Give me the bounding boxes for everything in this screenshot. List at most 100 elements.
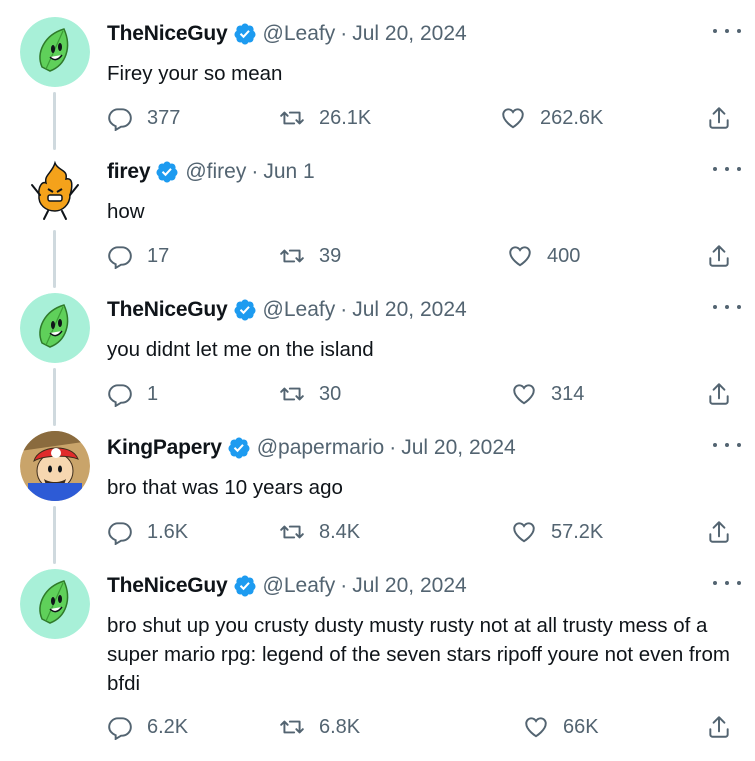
reply-count: 1 [147,382,159,405]
handle[interactable]: @firey [185,160,246,184]
retweet-button[interactable]: 39 [279,241,341,271]
like-button[interactable]: 400 [507,241,580,271]
more-options-icon[interactable] [713,297,741,317]
avatar-firey[interactable] [20,155,90,225]
tweet-thread: TheNiceGuy @Leafy · Jul 20, 2024 Firey y… [0,0,755,761]
share-button[interactable] [706,712,732,742]
reply-icon [108,246,132,269]
display-name[interactable]: TheNiceGuy [107,298,228,322]
tweet[interactable]: TheNiceGuy @Leafy · Jul 20, 2024 you did… [0,293,755,431]
tweet-actions: 1 30 314 [107,379,732,409]
timestamp[interactable]: Jul 20, 2024 [352,22,466,46]
share-icon [709,521,729,543]
tweet[interactable]: firey @firey · Jun 1 how 17 39 400 [0,155,755,293]
separator: · [389,436,397,459]
more-options-icon[interactable] [713,573,741,593]
verified-badge-icon [155,160,179,184]
share-icon [709,716,729,738]
tweet-text: Firey your so mean [107,62,283,85]
avatar-papery[interactable] [20,431,90,501]
timestamp[interactable]: Jul 20, 2024 [352,574,466,598]
heart-icon [502,108,524,129]
like-button[interactable]: 262.6K [500,103,603,133]
share-button[interactable] [706,517,732,547]
timestamp[interactable]: Jun 1 [263,160,314,184]
share-button[interactable] [706,379,732,409]
tweet-header: TheNiceGuy @Leafy · Jul 20, 2024 [107,293,467,327]
retweet-count: 6.8K [319,715,361,738]
retweet-icon [280,249,304,263]
display-name[interactable]: firey [107,160,151,184]
heart-icon [513,384,535,405]
handle[interactable]: @Leafy [263,298,336,322]
handle[interactable]: @Leafy [263,22,336,46]
tweet-text: how [107,200,145,223]
more-options-icon[interactable] [713,159,741,179]
reply-count: 377 [147,106,181,129]
share-button[interactable] [706,241,732,271]
reply-icon [108,384,132,407]
like-button[interactable]: 66K [523,712,599,742]
tweet-actions: 377 26.1K 262.6K [107,103,732,133]
retweet-button[interactable]: 8.4K [279,517,360,547]
tweet[interactable]: TheNiceGuy @Leafy · Jul 20, 2024 Firey y… [0,17,755,155]
share-icon [709,245,729,267]
reply-button[interactable]: 6.2K [107,712,188,742]
share-button[interactable] [706,103,732,133]
tweet-text: bro that was 10 years ago [107,476,343,499]
timestamp[interactable]: Jul 20, 2024 [401,436,515,460]
avatar-leafy[interactable] [20,17,90,87]
like-count: 314 [551,382,585,405]
more-options-icon[interactable] [713,435,741,455]
verified-badge-icon [233,298,257,322]
reply-button[interactable]: 17 [107,241,169,271]
retweet-icon [280,111,304,125]
tweet-text: bro shut up you crusty dusty musty rusty… [107,614,730,695]
retweet-button[interactable]: 26.1K [279,103,371,133]
heart-icon [509,246,531,267]
more-options-icon[interactable] [713,21,741,41]
reply-count: 1.6K [147,520,189,543]
handle[interactable]: @papermario [257,436,385,460]
heart-icon [525,717,547,738]
like-button[interactable]: 314 [511,379,584,409]
timestamp[interactable]: Jul 20, 2024 [352,298,466,322]
retweet-count: 8.4K [319,520,361,543]
tweet-header: firey @firey · Jun 1 [107,155,315,189]
like-count: 262.6K [540,106,604,129]
avatar-leafy[interactable] [20,569,90,639]
display-name[interactable]: TheNiceGuy [107,22,228,46]
tweet-actions: 6.2K 6.8K 66K [107,712,732,742]
display-name[interactable]: KingPapery [107,436,222,460]
reply-icon [108,522,132,545]
reply-button[interactable]: 377 [107,103,180,133]
tweet-actions: 1.6K 8.4K 57.2K [107,517,732,547]
retweet-button[interactable]: 30 [279,379,341,409]
share-icon [709,383,729,405]
handle[interactable]: @Leafy [263,574,336,598]
reply-button[interactable]: 1 [107,379,158,409]
retweet-button[interactable]: 6.8K [279,712,360,742]
like-count: 66K [563,715,599,738]
separator: · [340,298,348,321]
retweet-icon [280,525,304,539]
tweet-header: TheNiceGuy @Leafy · Jul 20, 2024 [107,17,467,51]
like-count: 400 [547,244,581,267]
separator: · [251,160,259,183]
verified-badge-icon [227,436,251,460]
tweet[interactable]: TheNiceGuy @Leafy · Jul 20, 2024 bro shu… [0,569,755,755]
tweet[interactable]: KingPapery @papermario · Jul 20, 2024 br… [0,431,755,569]
tweet-text: you didnt let me on the island [107,338,374,361]
retweet-count: 26.1K [319,106,372,129]
like-count: 57.2K [551,520,604,543]
reply-icon [108,108,132,131]
tweet-actions: 17 39 400 [107,241,732,271]
like-button[interactable]: 57.2K [511,517,603,547]
display-name[interactable]: TheNiceGuy [107,574,228,598]
reply-button[interactable]: 1.6K [107,517,188,547]
avatar-leafy[interactable] [20,293,90,363]
separator: · [340,22,348,45]
retweet-icon [280,387,304,401]
reply-count: 6.2K [147,715,189,738]
tweet-header: TheNiceGuy @Leafy · Jul 20, 2024 [107,569,467,603]
